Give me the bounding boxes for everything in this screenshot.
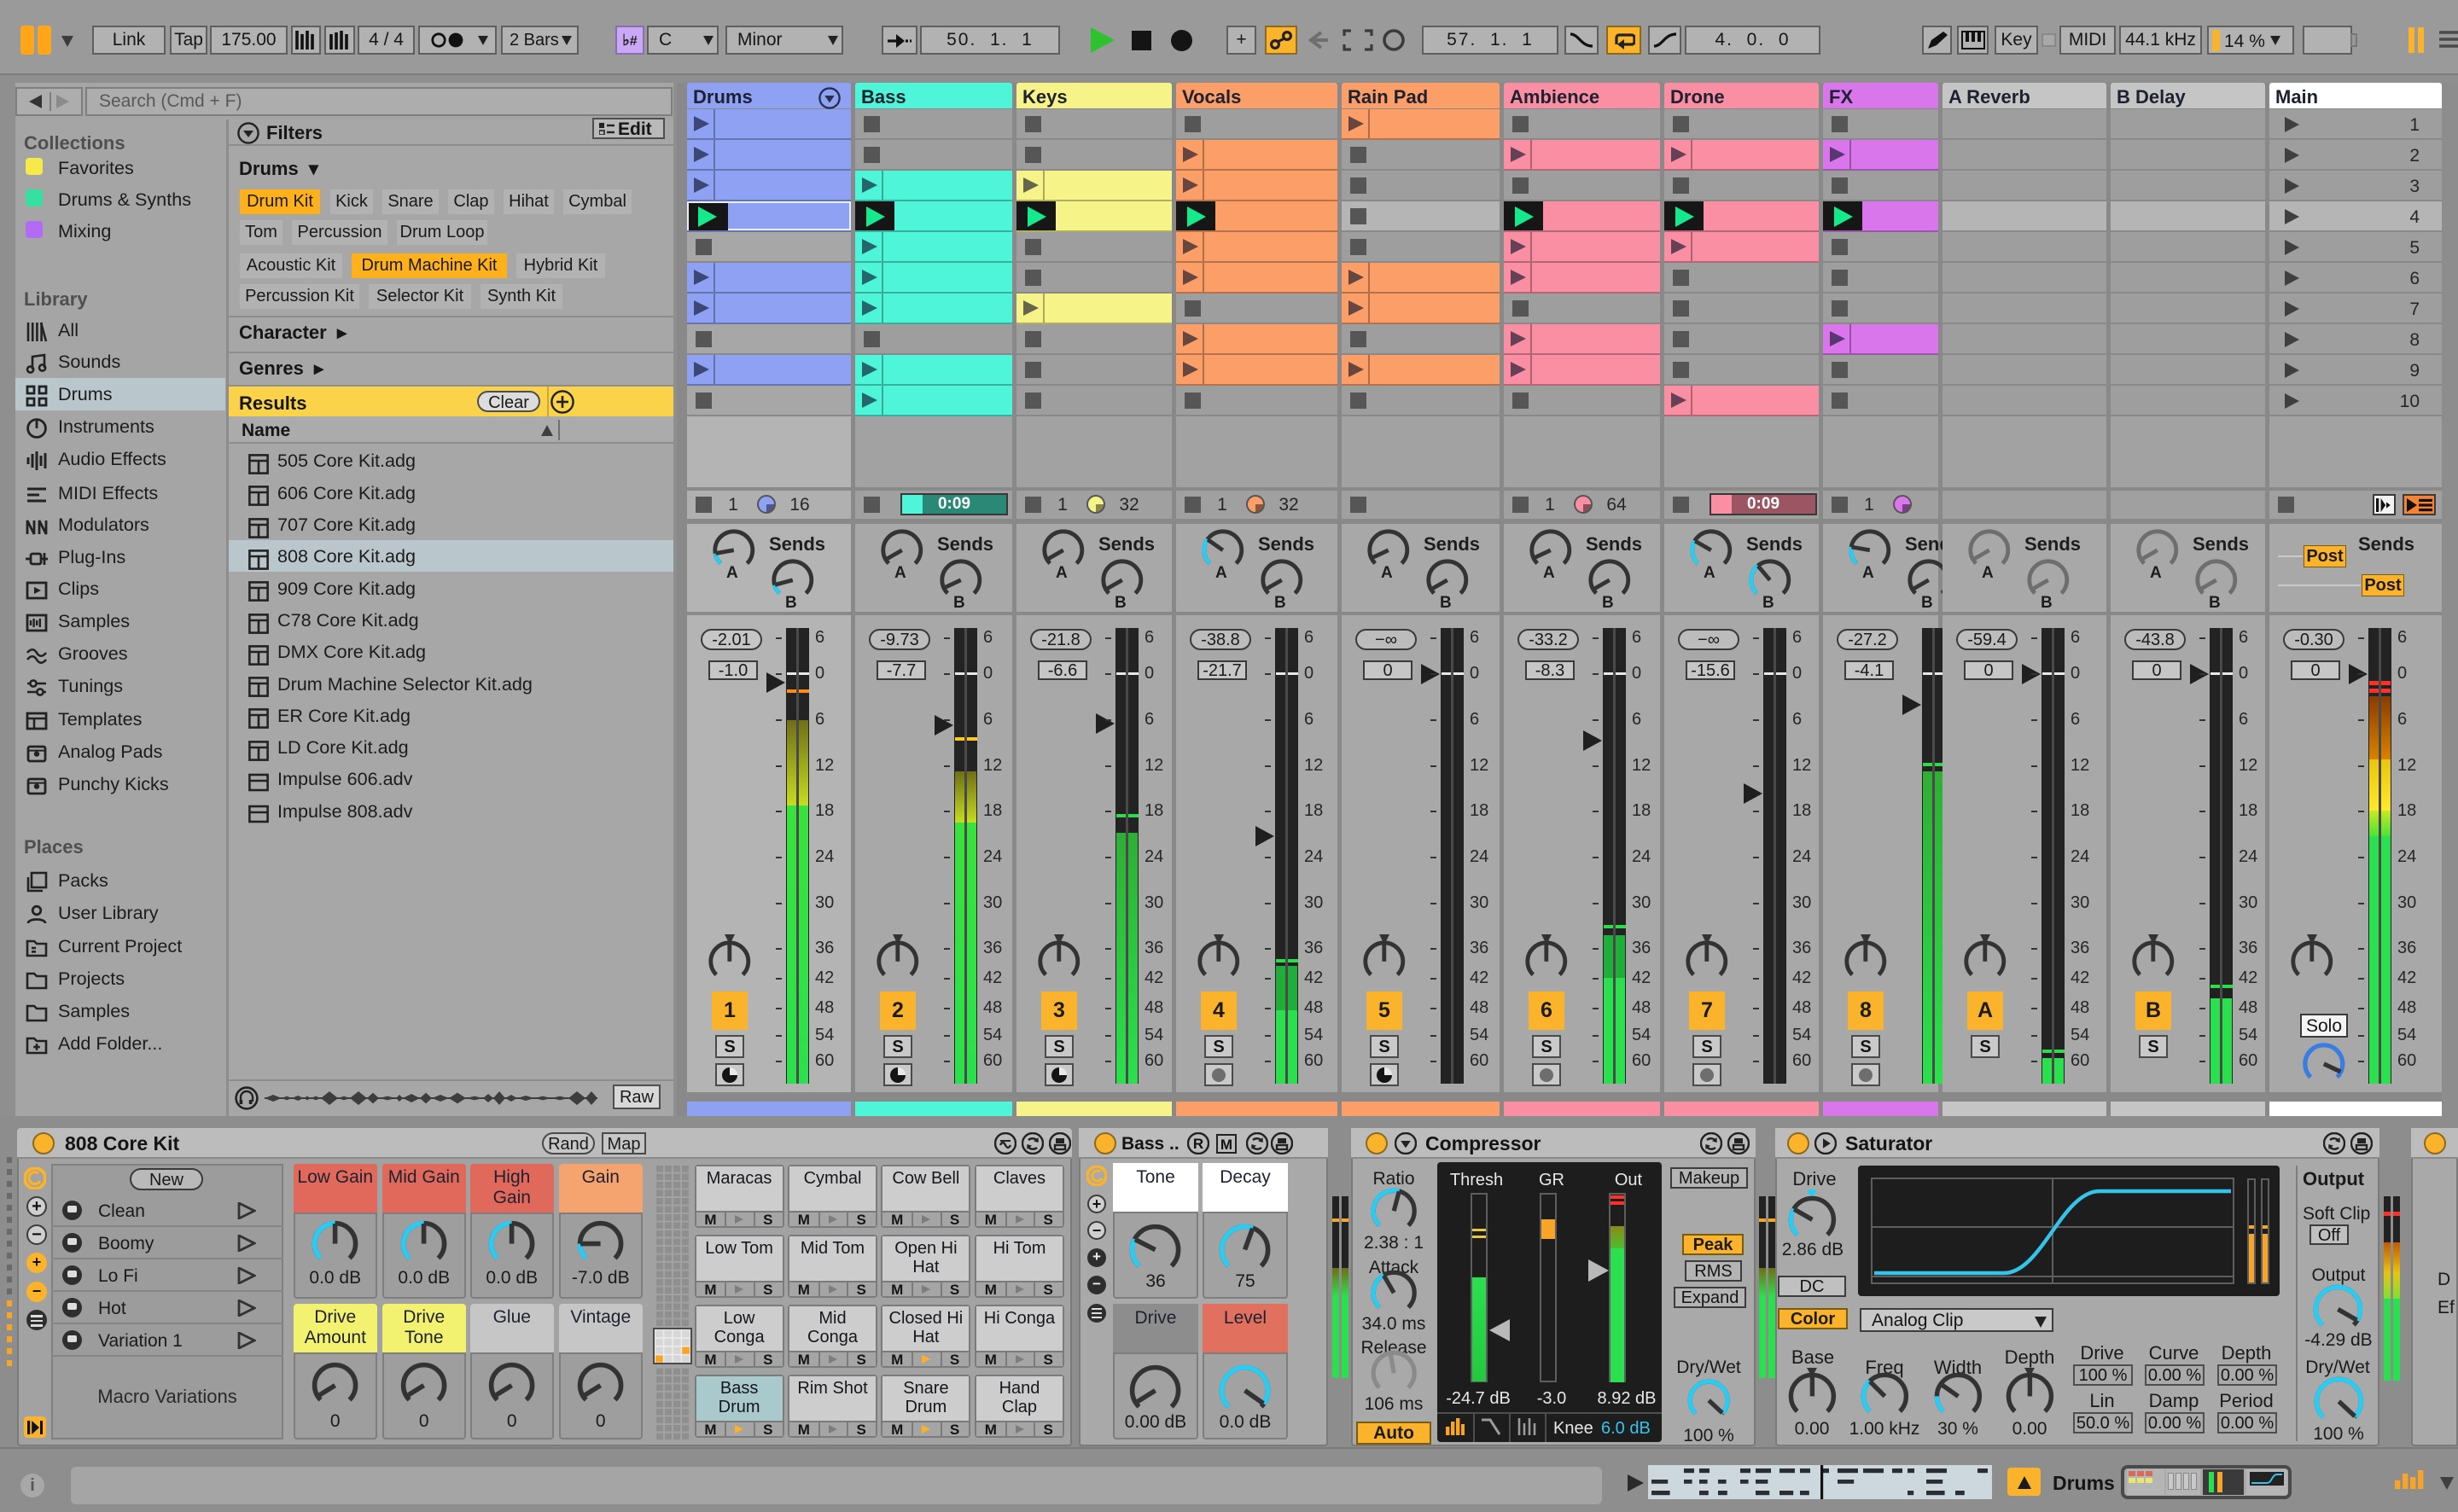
svg-text:R: R	[1193, 1136, 1203, 1152]
